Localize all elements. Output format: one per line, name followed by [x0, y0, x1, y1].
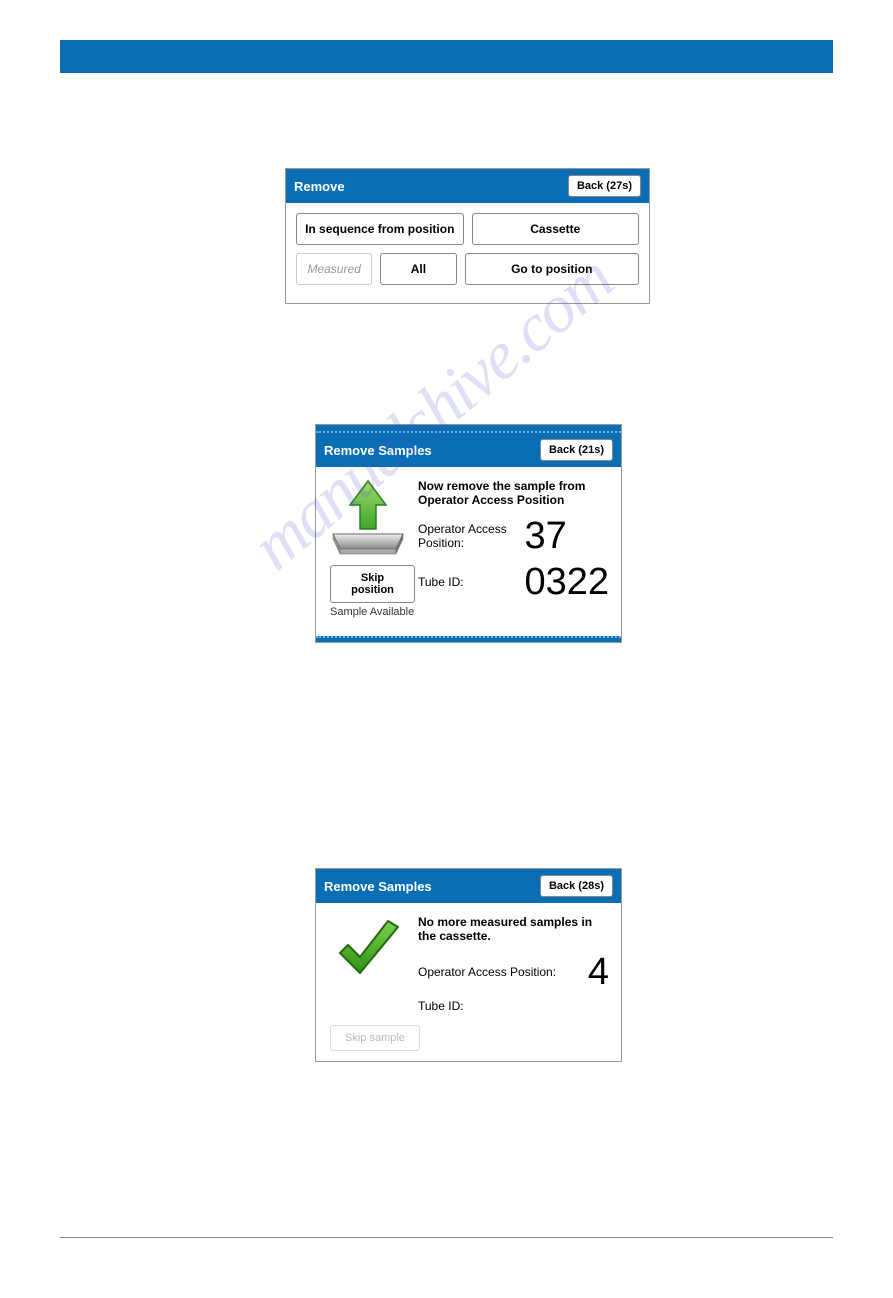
skip-sample-button: Skip sample [330, 1025, 420, 1051]
remove-arrow-icon [328, 479, 408, 559]
dialog-accent-strip [316, 425, 621, 433]
back-button[interactable]: Back (21s) [540, 439, 613, 461]
remove-samples-dialog-1: Remove Samples Back (21s) [315, 424, 622, 643]
remove-samples-dialog-2: Remove Samples Back (28s) No more measur… [315, 868, 622, 1062]
operator-position-label: Operator Access Position: [418, 965, 576, 979]
all-button[interactable]: All [380, 253, 456, 285]
skip-position-button[interactable]: Skip position [330, 565, 415, 603]
operator-position-value: 4 [588, 953, 609, 991]
back-button[interactable]: Back (27s) [568, 175, 641, 197]
tube-id-label: Tube ID: [418, 575, 512, 589]
tube-id-value: 0322 [524, 563, 609, 601]
dialog-title: Remove Samples [324, 879, 432, 894]
measured-button: Measured [296, 253, 372, 285]
page-header-banner [60, 40, 833, 73]
dialog-header: Remove Back (27s) [286, 169, 649, 203]
dialog-header: Remove Samples Back (21s) [316, 433, 621, 467]
operator-position-value: 37 [524, 517, 609, 555]
cassette-button[interactable]: Cassette [472, 213, 640, 245]
dialog-title: Remove [294, 179, 345, 194]
remove-dialog: Remove Back (27s) In sequence from posit… [285, 168, 650, 304]
back-button[interactable]: Back (28s) [540, 875, 613, 897]
in-sequence-button[interactable]: In sequence from position [296, 213, 464, 245]
no-more-samples-text: No more measured samples in the cassette… [418, 915, 609, 943]
dialog-bottom-accent [316, 636, 621, 642]
tube-id-label: Tube ID: [418, 999, 576, 1013]
dialog-header: Remove Samples Back (28s) [316, 869, 621, 903]
remove-instruction-text: Now remove the sample from Operator Acce… [418, 479, 609, 507]
operator-position-label: Operator Access Position: [418, 522, 512, 550]
dialog-title: Remove Samples [324, 443, 432, 458]
checkmark-icon [328, 915, 408, 995]
sample-status-text: Sample Available [330, 606, 415, 618]
goto-position-button[interactable]: Go to position [465, 253, 640, 285]
